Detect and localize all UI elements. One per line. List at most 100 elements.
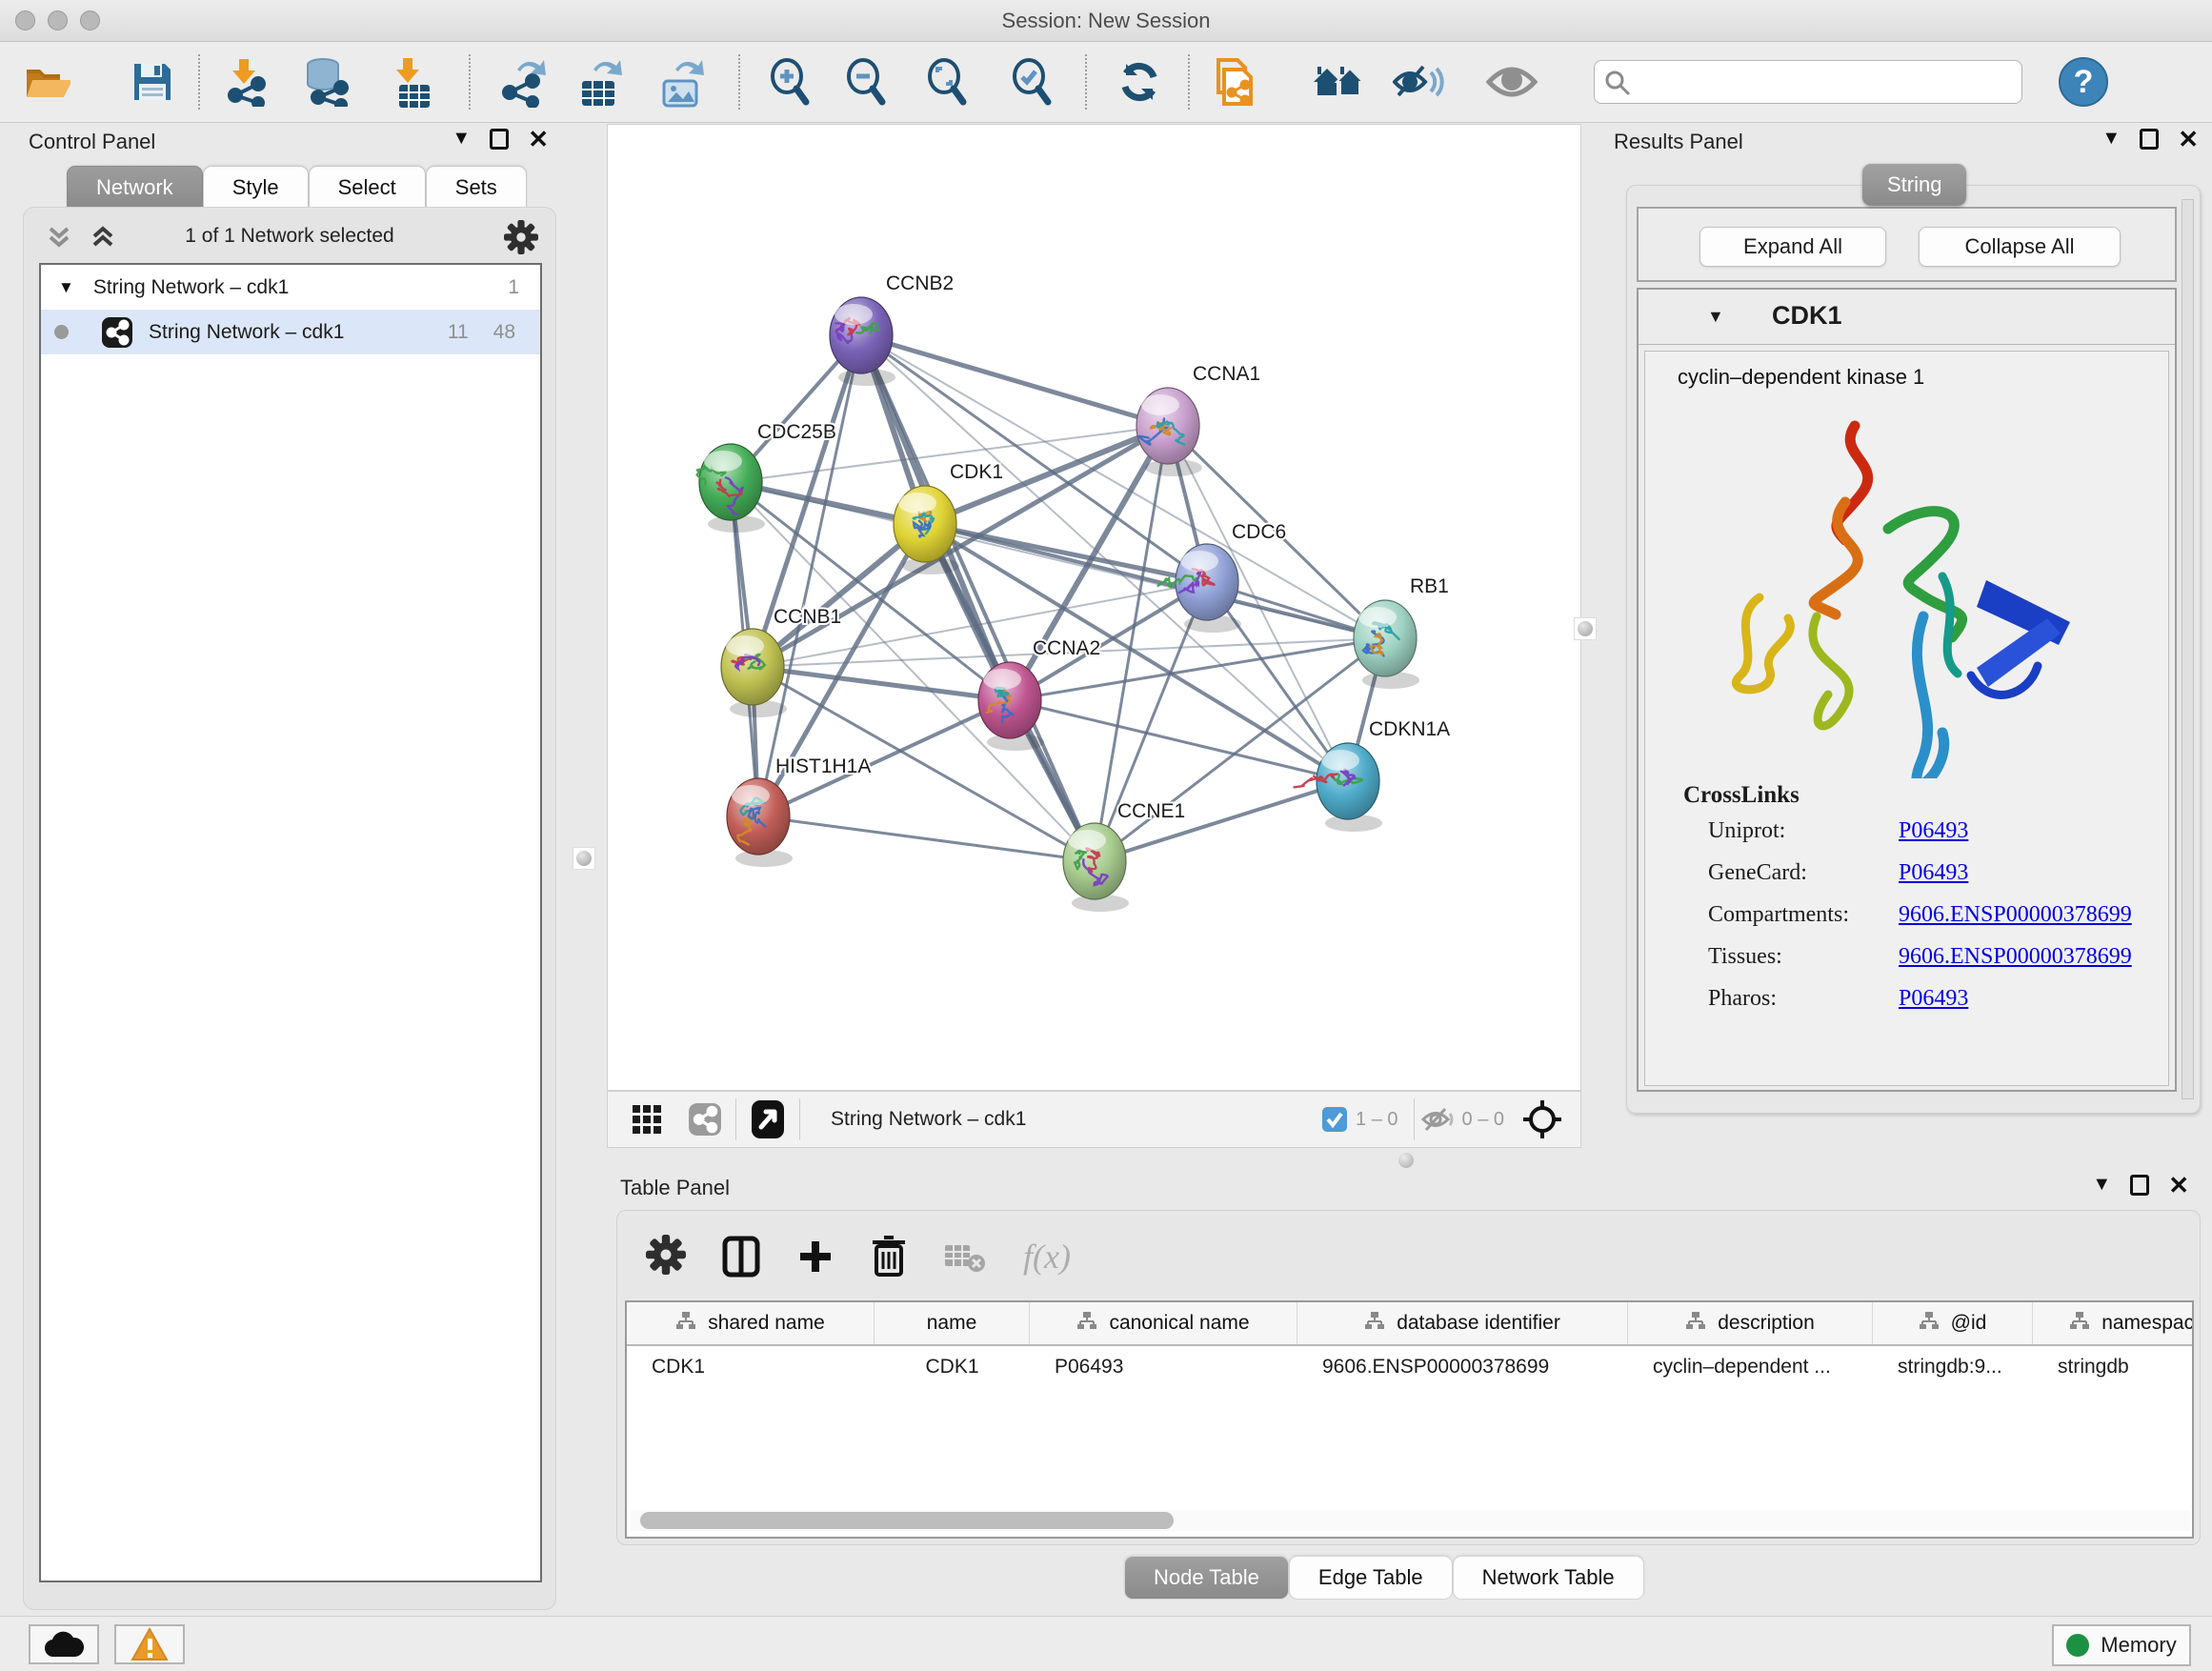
crosslink-link[interactable]: P06493 xyxy=(1899,986,1968,1012)
apply-layout-button[interactable] xyxy=(1113,53,1166,111)
memory-button[interactable]: Memory xyxy=(2052,1624,2191,1666)
results-float-icon[interactable] xyxy=(2140,129,2159,150)
help-button[interactable]: ? xyxy=(2059,57,2108,107)
expand-all-button[interactable]: Expand All xyxy=(1699,227,1886,267)
show-columns-icon[interactable] xyxy=(722,1236,760,1278)
network-node-cdc6[interactable]: CDC6 xyxy=(1158,521,1287,633)
delete-table-icon xyxy=(943,1239,987,1274)
collapse-all-button[interactable]: Collapse All xyxy=(1919,227,2121,267)
import-network-file-button[interactable] xyxy=(219,53,272,111)
tab-network[interactable]: Network xyxy=(67,166,203,208)
tab-sets[interactable]: Sets xyxy=(426,166,527,208)
horizontal-splitter-handle[interactable] xyxy=(1398,1153,1414,1168)
export-network-button[interactable] xyxy=(496,53,550,111)
column-header-name[interactable]: name xyxy=(875,1302,1030,1344)
search-box xyxy=(1594,60,2022,104)
string-home-button[interactable] xyxy=(1312,53,1365,111)
table-float-icon[interactable] xyxy=(2130,1175,2149,1196)
crosslink-label: Tissues: xyxy=(1708,944,1899,970)
selected-checkbox-icon[interactable] xyxy=(1321,1106,1348,1133)
table-options-gear-icon[interactable] xyxy=(646,1235,686,1279)
hierarchy-icon xyxy=(1685,1311,1706,1336)
column-header-description[interactable]: description xyxy=(1628,1302,1873,1344)
network-options-gear-icon[interactable] xyxy=(504,220,538,259)
zoom-in-button[interactable] xyxy=(763,53,816,111)
import-database-icon xyxy=(299,57,351,107)
table-close-icon[interactable]: ✕ xyxy=(2168,1175,2189,1196)
network-view[interactable]: CCNB2CCNA1CDC25BCDK1CDC6RB1CCNB1CCNA2CDK… xyxy=(607,124,1581,1091)
crosslink-link[interactable]: P06493 xyxy=(1899,818,1968,844)
table-menu-icon[interactable]: ▼ xyxy=(2092,1174,2111,1196)
panel-close-icon[interactable]: ✕ xyxy=(528,129,549,150)
import-network-database-button[interactable] xyxy=(298,53,352,111)
tab-string[interactable]: String xyxy=(1862,164,1966,206)
grid-view-icon[interactable] xyxy=(631,1103,663,1136)
table-cell: 9606.ENSP00000378699 xyxy=(1297,1356,1628,1379)
tab-network-table[interactable]: Network Table xyxy=(1453,1556,1644,1600)
show-all-button[interactable] xyxy=(1485,53,1538,111)
search-input[interactable] xyxy=(1639,71,2010,93)
panel-menu-icon[interactable]: ▼ xyxy=(452,128,471,150)
column-header-namespace[interactable]: namespace xyxy=(2033,1302,2194,1344)
table-toolbar: f(x) xyxy=(646,1226,1071,1287)
gene-caret-icon[interactable]: ▼ xyxy=(1707,307,1724,327)
table-cell: CDK1 xyxy=(627,1356,875,1379)
zoom-fit-button[interactable] xyxy=(920,53,974,111)
crosshair-icon[interactable] xyxy=(1521,1098,1563,1140)
gene-entry-header[interactable]: ▼ CDK1 xyxy=(1639,290,2175,345)
crosslink-link[interactable]: P06493 xyxy=(1899,860,1968,886)
open-session-button[interactable] xyxy=(21,53,74,111)
zoom-selected-button[interactable] xyxy=(1005,53,1058,111)
tab-edge-table[interactable]: Edge Table xyxy=(1289,1556,1453,1600)
network-node-ccnb2[interactable]: CCNB2 xyxy=(830,272,954,386)
results-close-icon[interactable]: ✕ xyxy=(2178,129,2199,150)
network-node-cdkn1a[interactable]: CDKN1A xyxy=(1295,718,1451,832)
network-node-rb1[interactable]: RB1 xyxy=(1354,575,1449,689)
export-table-button[interactable] xyxy=(573,53,627,111)
collection-caret-icon[interactable]: ▼ xyxy=(58,278,74,297)
network-row-selected[interactable]: String Network – cdk1 11 48 xyxy=(41,310,540,354)
hierarchy-icon xyxy=(1364,1311,1385,1336)
delete-column-icon[interactable] xyxy=(871,1235,907,1278)
hide-selected-button[interactable] xyxy=(1392,53,1445,111)
duplicate-network-button[interactable] xyxy=(1206,53,1259,111)
crosslink-link[interactable]: 9606.ENSP00000378699 xyxy=(1899,944,2132,970)
network-node-hist1h1a[interactable]: HIST1H1A xyxy=(727,755,871,867)
create-column-icon[interactable] xyxy=(796,1238,835,1276)
network-node-ccna1[interactable]: CCNA1 xyxy=(1136,363,1260,476)
results-scrollbar[interactable] xyxy=(2182,199,2194,1099)
save-session-button[interactable] xyxy=(126,53,179,111)
network-collection-row[interactable]: ▼ String Network – cdk1 1 xyxy=(41,265,540,310)
crosslink-link[interactable]: 9606.ENSP00000378699 xyxy=(1899,902,2132,928)
cloud-button[interactable] xyxy=(29,1624,99,1664)
table-horizontal-scrollbar[interactable] xyxy=(631,1510,2190,1531)
zoom-fit-icon xyxy=(925,58,969,106)
column-header-database-identifier[interactable]: database identifier xyxy=(1297,1302,1628,1344)
network-graph[interactable]: CCNB2CCNA1CDC25BCDK1CDC6RB1CCNB1CCNA2CDK… xyxy=(608,125,1580,1090)
column-header-canonical-name[interactable]: canonical name xyxy=(1030,1302,1297,1344)
birdseye-view-icon[interactable] xyxy=(750,1098,786,1140)
left-splitter-handle[interactable] xyxy=(573,847,595,870)
panel-float-icon[interactable] xyxy=(490,129,509,150)
results-menu-icon[interactable]: ▼ xyxy=(2101,128,2121,150)
share-view-icon[interactable] xyxy=(688,1102,722,1137)
node-label: CDKN1A xyxy=(1369,718,1450,740)
memory-status-dot xyxy=(2066,1634,2089,1657)
network-node-ccne1[interactable]: CCNE1 xyxy=(1063,800,1185,912)
column-header--id[interactable]: @id xyxy=(1873,1302,2033,1344)
tab-style[interactable]: Style xyxy=(203,166,309,208)
import-table-file-button[interactable] xyxy=(383,53,436,111)
export-image-button[interactable] xyxy=(655,53,709,111)
node-table[interactable]: shared namename canonical name database … xyxy=(625,1300,2194,1539)
column-header-shared-name[interactable]: shared name xyxy=(627,1302,875,1344)
node-label: CDC6 xyxy=(1232,521,1286,543)
table-row[interactable]: CDK1CDK1P064939606.ENSP00000378699cyclin… xyxy=(627,1346,2192,1388)
node-label: CCNE1 xyxy=(1117,800,1185,822)
zoom-out-button[interactable] xyxy=(839,53,893,111)
node-label: CCNA1 xyxy=(1193,363,1260,385)
tab-select[interactable]: Select xyxy=(309,166,426,208)
column-label: database identifier xyxy=(1397,1312,1560,1335)
tab-node-table[interactable]: Node Table xyxy=(1124,1556,1289,1600)
warnings-button[interactable] xyxy=(114,1624,185,1664)
crosslink-label: Uniprot: xyxy=(1708,818,1899,844)
